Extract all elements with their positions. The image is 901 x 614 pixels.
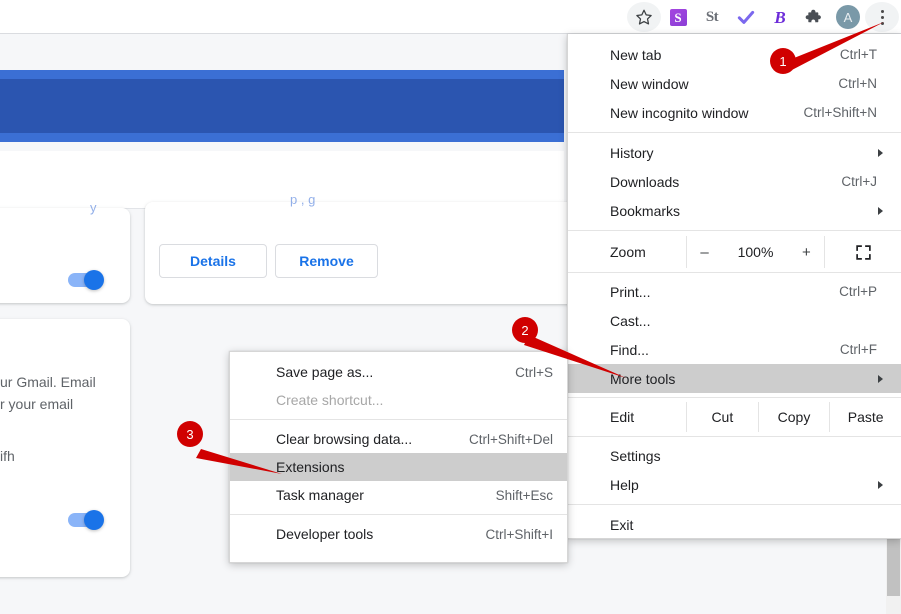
annotation-badge-3: 3 <box>177 421 203 447</box>
screenshot-root: y ur Gmail. Email r your email ifh p , g… <box>0 0 901 614</box>
annotation-marker-3: 3 <box>0 0 901 614</box>
